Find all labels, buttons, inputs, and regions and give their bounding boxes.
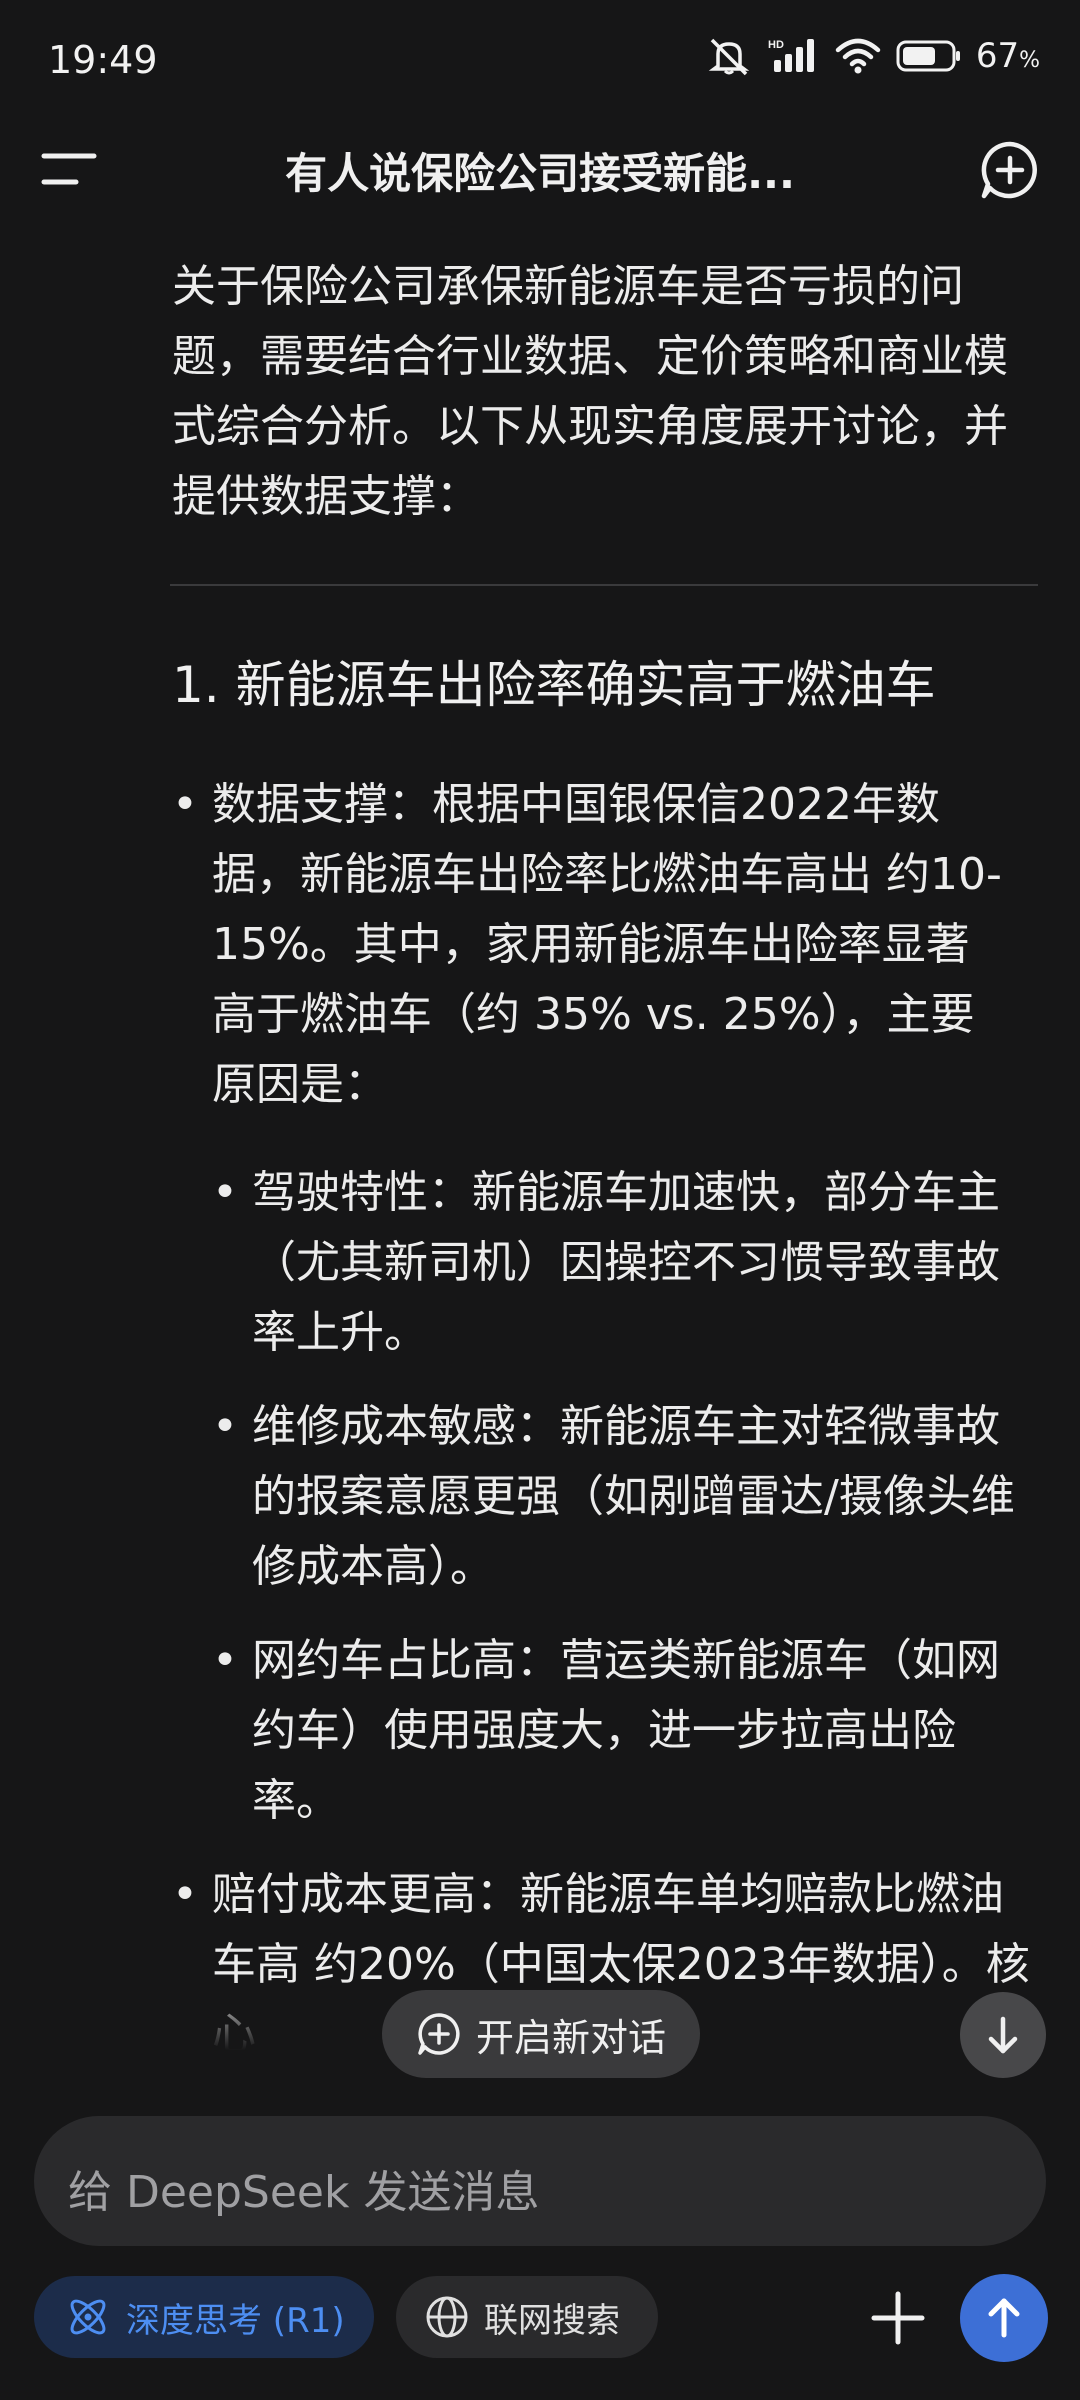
top-bar: 有人说保险公司接受新能... (0, 120, 1080, 220)
intro-paragraph: 关于保险公司承保新能源车是否亏损的问题，需要结合行业数据、定价策略和商业模式综合… (172, 261, 1008, 522)
new-conversation-label: 开启新对话 (475, 2015, 666, 2060)
web-search-toggle[interactable]: 联网搜索 (396, 2276, 658, 2358)
attach-button[interactable] (862, 2282, 934, 2354)
arrow-up-icon (988, 2298, 1020, 2338)
new-chat-icon (418, 2013, 460, 2055)
new-chat-icon (981, 141, 1037, 199)
signal-icon: HD (768, 39, 814, 72)
bullet-dot: • (172, 779, 198, 830)
list-item-text: 维修成本敏感：新能源车主对轻微事故的报案意愿更强（如剐蹭雷达/摄像头维修成本高）… (252, 1401, 1015, 1592)
list-item-text: 驾驶特性：新能源车加速快，部分车主（尤其新司机）因操控不习惯导致事故率上升。 (252, 1167, 1000, 1358)
list-item: • 数据支撑：根据中国银保信2022年数据，新能源车出险率比燃油车高出 约10-… (172, 770, 1002, 1120)
message-input[interactable]: 给 DeepSeek 发送消息 (34, 2116, 1046, 2246)
new-chat-button[interactable] (978, 138, 1042, 202)
arrow-down-icon (988, 2016, 1018, 2054)
bullet-dot: • (212, 1401, 238, 1452)
list-item: • 网约车占比高：营运类新能源车（如网约车）使用强度大，进一步拉高出险率。 (212, 1626, 1002, 1836)
status-icons: HD 67% (706, 36, 1040, 76)
list-item-text: 网约车占比高：营运类新能源车（如网约车）使用强度大，进一步拉高出险率。 (252, 1635, 1000, 1826)
wifi-icon (835, 38, 881, 74)
divider (170, 584, 1038, 586)
status-time: 19:49 (48, 38, 158, 82)
input-placeholder: 给 DeepSeek 发送消息 (68, 2167, 540, 2218)
scroll-to-bottom-button[interactable] (960, 1992, 1046, 2078)
new-conversation-button[interactable]: 开启新对话 (382, 1990, 700, 2078)
bullet-dot: • (212, 1167, 238, 1218)
svg-text:HD: HD (768, 39, 784, 51)
chat-title[interactable]: 有人说保险公司接受新能... (160, 140, 920, 201)
section-title: 1. 新能源车出险率确实高于燃油车 (172, 656, 936, 714)
list-item: • 驾驶特性：新能源车加速快，部分车主（尤其新司机）因操控不习惯导致事故率上升。 (212, 1158, 1032, 1368)
deep-think-label: 深度思考 (R1) (126, 2300, 345, 2341)
menu-button[interactable] (40, 144, 100, 196)
bullet-dot: • (172, 1869, 198, 1920)
mute-notifications-icon (708, 38, 750, 76)
send-button[interactable] (960, 2274, 1048, 2362)
battery-icon (896, 40, 960, 72)
bullet-dot: • (212, 1635, 238, 1686)
web-search-label: 联网搜索 (484, 2300, 620, 2341)
menu-icon (41, 153, 97, 185)
status-bar: 19:49 HD 67% (0, 0, 1080, 120)
battery-level: 67% (975, 36, 1040, 76)
globe-icon (426, 2296, 468, 2338)
atom-icon (70, 2299, 106, 2335)
deep-think-toggle[interactable]: 深度思考 (R1) (34, 2276, 374, 2358)
list-item-text: 数据支撑：根据中国银保信2022年数据，新能源车出险率比燃油车高出 约10-15… (212, 779, 1002, 1110)
plus-icon (871, 2291, 925, 2345)
message-area[interactable]: 关于保险公司承保新能源车是否亏损的问题，需要结合行业数据、定价策略和商业模式综合… (0, 220, 1080, 2050)
list-item: • 维修成本敏感：新能源车主对轻微事故的报案意愿更强（如剐蹭雷达/摄像头维修成本… (212, 1392, 1042, 1602)
